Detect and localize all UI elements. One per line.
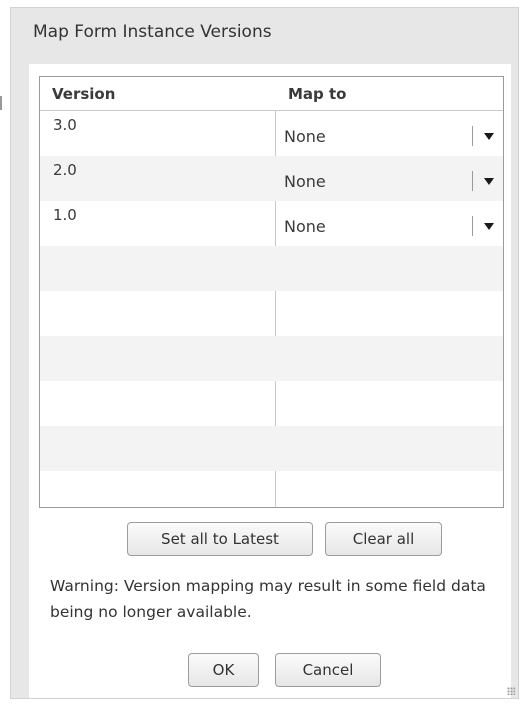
version-cell: 2.0 [53,161,77,179]
map-to-value: None [284,172,326,191]
map-to-select[interactable]: None [276,201,503,246]
table-row[interactable]: 1.0 None [40,201,503,246]
empty-row [40,336,503,381]
map-to-select[interactable]: None [276,111,503,156]
empty-row [40,381,503,426]
header-version[interactable]: Version [52,85,115,103]
warning-text: Warning: Version mapping may result in s… [50,577,486,621]
chevron-down-icon[interactable] [484,178,494,185]
dialog-title: Map Form Instance Versions [33,22,272,42]
table-body: 3.0 None 2.0 None 1.0 None [40,111,503,507]
map-to-value: None [284,127,326,146]
table-header: Version Map to [40,77,503,111]
select-separator [472,126,473,146]
dialog-content: Version Map to 3.0 None 2.0 None 1.0 Non… [29,64,511,698]
chevron-down-icon[interactable] [484,133,494,140]
table-row[interactable]: 2.0 None [40,156,503,201]
version-cell: 1.0 [53,206,77,224]
empty-row [40,246,503,291]
chevron-down-icon[interactable] [484,223,494,230]
empty-row [40,291,503,336]
window-edge-mark [0,96,2,110]
version-cell: 3.0 [53,116,77,134]
map-to-select[interactable]: None [276,156,503,201]
versions-table: Version Map to 3.0 None 2.0 None 1.0 Non… [39,76,504,508]
header-map-to[interactable]: Map to [288,85,346,103]
select-separator [472,171,473,191]
empty-row [40,426,503,471]
ok-button[interactable]: OK [188,653,259,687]
map-versions-dialog: Map Form Instance Versions Version Map t… [10,7,519,699]
select-separator [472,216,473,236]
map-to-value: None [284,217,326,236]
cancel-button[interactable]: Cancel [275,653,381,687]
empty-row [40,471,503,507]
table-row[interactable]: 3.0 None [40,111,503,156]
set-all-latest-button[interactable]: Set all to Latest [127,522,313,556]
resize-grip-icon[interactable] [507,687,515,695]
clear-all-button[interactable]: Clear all [325,522,442,556]
